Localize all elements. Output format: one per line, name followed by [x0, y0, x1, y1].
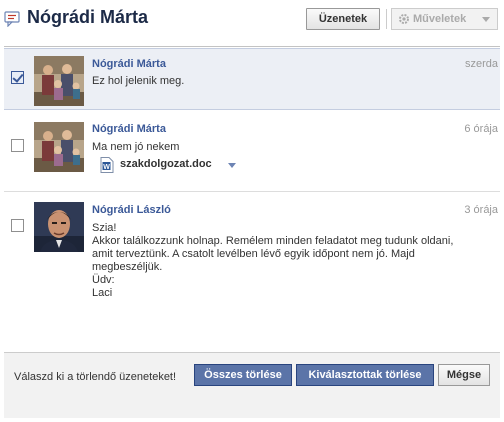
message-sender[interactable]: Nógrádi Márta — [92, 123, 166, 135]
message-time: szerda — [464, 58, 498, 70]
avatar[interactable] — [34, 122, 84, 172]
cancel-button[interactable]: Mégse — [438, 364, 490, 386]
page-title: Nógrádi Márta — [27, 7, 149, 27]
header-divider — [4, 46, 500, 47]
actions-dropdown[interactable]: Műveletek — [391, 8, 498, 30]
page-header: Nógrádi Márta Üzenetek Műveletek — [0, 0, 504, 42]
delete-prompt: Válaszd ki a törlendő üzeneteket! — [14, 371, 177, 383]
attachment[interactable]: W szakdolgozat.doc — [100, 157, 240, 175]
toolbar-divider — [386, 9, 387, 29]
avatar[interactable] — [34, 56, 84, 106]
chevron-down-icon[interactable] — [228, 163, 236, 168]
delete-all-button[interactable]: Összes törlése — [194, 364, 292, 386]
message-sender[interactable]: Nógrádi László — [92, 204, 171, 216]
chevron-down-icon — [482, 17, 490, 22]
message-time: 6 órája — [464, 123, 498, 135]
message-preview: Szia! Akkor találkozzunk holnap. Remélem… — [92, 222, 454, 299]
attachment-name[interactable]: szakdolgozat.doc — [120, 158, 212, 170]
message-preview: Ma nem jó nekem — [92, 141, 180, 153]
avatar[interactable] — [34, 202, 84, 252]
message-sender[interactable]: Nógrádi Márta — [92, 58, 166, 70]
message-preview: Ez hol jelenik meg. — [92, 75, 185, 87]
delete-selected-button[interactable]: Kiválasztottak törlése — [296, 364, 434, 386]
gear-icon — [399, 14, 409, 24]
delete-footer: Válaszd ki a törlendő üzeneteket! Összes… — [4, 352, 500, 418]
message-row[interactable]: Nógrádi Márta 6 órája Ma nem jó nekem W … — [4, 115, 500, 187]
message-checkbox[interactable] — [11, 71, 24, 84]
message-checkbox[interactable] — [11, 139, 24, 152]
message-row[interactable]: Nógrádi László 3 órája Szia! Akkor talál… — [4, 196, 500, 326]
word-document-icon: W — [100, 157, 114, 173]
messages-icon — [4, 11, 20, 27]
message-row[interactable]: Nógrádi Márta szerda Ez hol jelenik meg. — [4, 48, 500, 110]
svg-text:W: W — [103, 164, 110, 171]
message-time: 3 órája — [464, 204, 498, 216]
row-divider — [4, 191, 500, 192]
messages-button[interactable]: Üzenetek — [306, 8, 380, 30]
message-checkbox[interactable] — [11, 219, 24, 232]
actions-label: Műveletek — [413, 13, 467, 25]
